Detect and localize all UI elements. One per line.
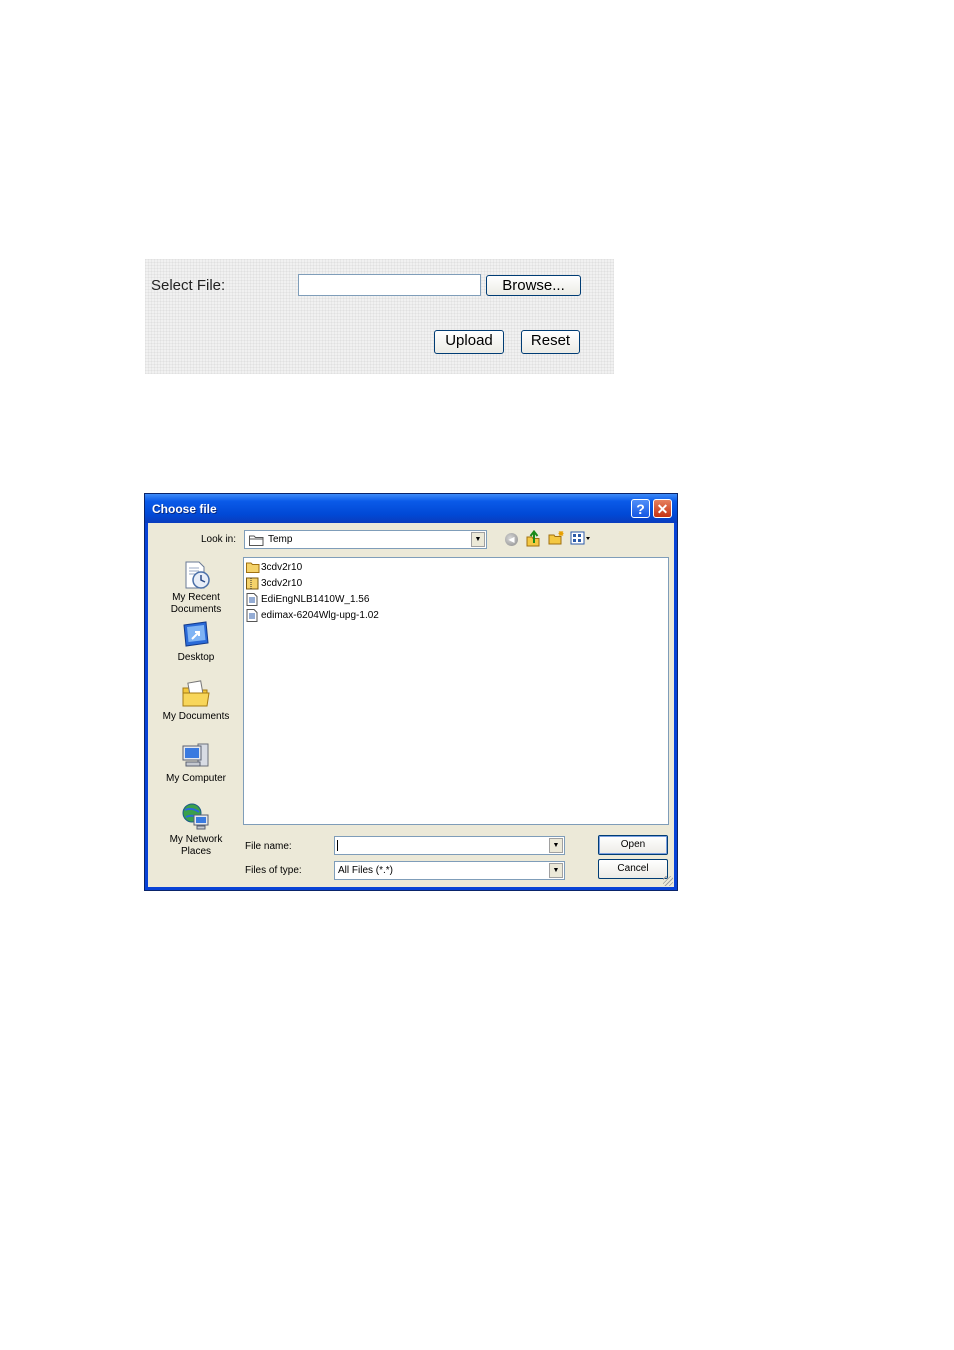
close-button[interactable]: ✕ <box>653 499 672 518</box>
network-places-icon <box>182 803 209 830</box>
recent-documents-icon <box>185 561 210 589</box>
dialog-title: Choose file <box>152 502 217 516</box>
file-icon <box>246 593 258 606</box>
browse-button[interactable]: Browse... <box>486 275 581 296</box>
back-icon[interactable]: ◀ <box>505 533 518 546</box>
reset-button[interactable]: Reset <box>521 330 580 354</box>
places-my-network-places[interactable]: My Network Places <box>157 801 235 858</box>
zip-folder-icon <box>246 577 259 590</box>
my-documents-icon <box>182 680 210 707</box>
file-icon <box>246 609 258 622</box>
places-label: My Computer <box>165 773 226 784</box>
places-label: My Recent Documents <box>170 592 222 615</box>
files-of-type-dropdown[interactable]: All Files (*.*) ▼ <box>334 861 565 880</box>
choose-file-dialog: Choose file ? ✕ Look in: Temp ▼ ◀ My Rec… <box>144 493 678 891</box>
desktop-icon <box>183 621 209 647</box>
dialog-title-bar[interactable]: Choose file ? ✕ <box>145 494 677 523</box>
select-file-label: Select File: <box>151 277 226 294</box>
file-name: 3cdv2r10 <box>261 578 303 589</box>
look-in-label: Look in: <box>201 534 237 545</box>
folder-icon <box>246 562 260 573</box>
look-in-dropdown[interactable]: Temp ▼ <box>244 530 487 549</box>
new-folder-icon[interactable] <box>548 530 565 546</box>
file-name: 3cdv2r10 <box>261 562 303 573</box>
upload-form-panel: Select File: Browse... Upload Reset <box>145 259 614 374</box>
cancel-button[interactable]: Cancel <box>598 859 668 879</box>
chevron-down-icon[interactable]: ▼ <box>549 863 563 878</box>
file-list[interactable]: 3cdv2r10 3cdv2r10 EdiEngNLB1410W_1.56 ed… <box>243 557 669 825</box>
file-name: EdiEngNLB1410W_1.56 <box>261 594 370 605</box>
my-computer-icon <box>182 743 209 767</box>
help-button[interactable]: ? <box>631 499 650 518</box>
text-caret <box>337 840 338 851</box>
chevron-down-icon[interactable]: ▼ <box>471 532 485 547</box>
open-button[interactable]: Open <box>598 835 668 855</box>
up-one-level-icon[interactable] <box>525 530 541 547</box>
files-of-type-label: Files of type: <box>245 865 302 876</box>
file-name-label: File name: <box>245 841 292 852</box>
places-label: My Network Places <box>169 834 223 857</box>
places-label: Desktop <box>177 652 215 663</box>
dialog-body: Look in: Temp ▼ ◀ My Recent Documents De… <box>148 523 674 887</box>
look-in-value: Temp <box>268 534 293 545</box>
file-name-input[interactable]: ▼ <box>334 836 565 855</box>
files-of-type-value: All Files (*.*) <box>338 865 394 876</box>
folder-icon <box>249 535 264 546</box>
places-my-recent-documents[interactable]: My Recent Documents <box>157 559 235 616</box>
upload-button[interactable]: Upload <box>434 330 504 354</box>
views-menu-icon[interactable] <box>570 530 592 546</box>
file-path-input[interactable] <box>298 274 481 296</box>
places-my-documents[interactable]: My Documents <box>157 678 235 723</box>
resize-grip-icon[interactable] <box>663 876 673 886</box>
places-label: My Documents <box>162 711 230 722</box>
places-desktop[interactable]: Desktop <box>157 619 235 664</box>
places-my-computer[interactable]: My Computer <box>157 740 235 785</box>
chevron-down-icon[interactable]: ▼ <box>549 838 563 853</box>
file-name: edimax-6204Wlg-upg-1.02 <box>261 610 379 621</box>
